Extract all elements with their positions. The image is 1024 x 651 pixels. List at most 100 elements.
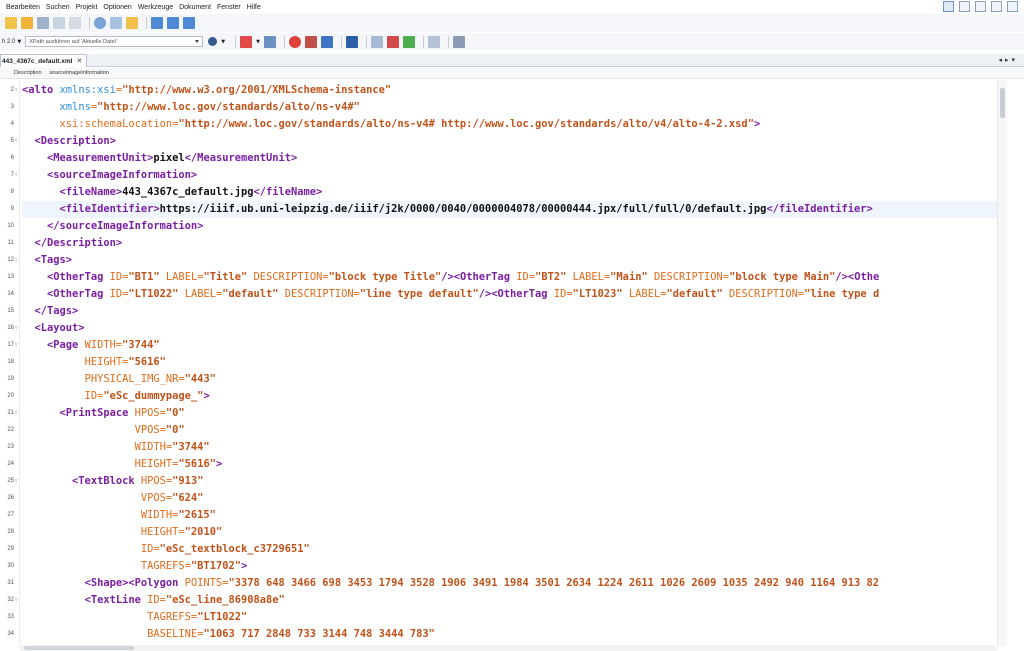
forward-arrow-icon[interactable]: [167, 17, 179, 29]
xpath-input[interactable]: XPath ausführen auf 'Aktuelle Datei': [25, 36, 204, 47]
code-line[interactable]: <Tags>: [22, 252, 997, 269]
menu-item[interactable]: Suchen: [46, 4, 70, 11]
layout-arrange-icon[interactable]: [1007, 1, 1018, 12]
spellcheck-icon[interactable]: [263, 35, 276, 48]
code-line[interactable]: <Page WIDTH="3744": [22, 337, 997, 354]
find-in-files-icon[interactable]: [110, 17, 122, 29]
breadcrumb-item[interactable]: Description: [14, 70, 42, 76]
code-line[interactable]: WIDTH="3744": [22, 439, 997, 456]
code-line[interactable]: <TextLine ID="eSc_line_86908a8e": [22, 592, 997, 609]
code-line[interactable]: <OtherTag ID="LT1022" LABEL="default" DE…: [22, 286, 997, 303]
code-line[interactable]: </Description>: [22, 235, 997, 252]
save-all-icon[interactable]: [53, 17, 65, 29]
find-icon[interactable]: [94, 17, 106, 29]
code-editor[interactable]: 2 ▿ 3 4 5 ▿ 6 7 ▿ 8 9 10 11 12 ▿ 13 14 15 16 ▿ 17 ▿ 18 19 20 21 ▿ 2…: [0, 80, 1024, 646]
debug-icon[interactable]: [304, 35, 317, 48]
fold-toggle-icon[interactable]: ▿: [15, 167, 20, 184]
layout-cascade-icon[interactable]: [991, 1, 1002, 12]
code-line[interactable]: </Tags>: [22, 303, 997, 320]
layout-single-icon[interactable]: [943, 1, 954, 12]
code-line[interactable]: BASELINE="1063 717 2848 733 3144 748 344…: [22, 626, 997, 643]
fold-toggle-icon[interactable]: ▿: [15, 405, 20, 422]
code-line[interactable]: HEIGHT="2010": [22, 524, 997, 541]
code-token: "eSc_dummypage_": [103, 390, 204, 402]
code-line[interactable]: ID="eSc_textblock_c3729651": [22, 541, 997, 558]
layout-split-icon[interactable]: [959, 1, 970, 12]
save-icon[interactable]: [37, 17, 49, 29]
fold-toggle-icon[interactable]: ▿: [15, 473, 20, 490]
fold-toggle-icon[interactable]: ▿: [15, 337, 20, 354]
transform-icon[interactable]: [320, 35, 333, 48]
code-area[interactable]: <alto xmlns:xsi="http://www.w3.org/2001/…: [22, 80, 997, 646]
code-line[interactable]: xmlns="http://www.loc.gov/standards/alto…: [22, 99, 997, 116]
new-folder-icon[interactable]: [5, 17, 17, 29]
code-line[interactable]: </sourceImageInformation>: [22, 218, 997, 235]
outline-icon[interactable]: [345, 35, 358, 48]
tab-443-4367c-default-xml[interactable]: 443_4367c_default.xml ✕: [0, 54, 88, 67]
line-number-gutter: 2 ▿ 3 4 5 ▿ 6 7 ▿ 8 9 10 11 12 ▿ 13 14 15 16 ▿ 17 ▿ 18 19 20 21 ▿ 2…: [0, 80, 20, 646]
code-line[interactable]: TAGREFS="BT1702">: [22, 558, 997, 575]
menu-item[interactable]: Optionen: [103, 4, 131, 11]
breadcrumb-item[interactable]: sourceImageInformation: [50, 70, 109, 76]
compare-icon[interactable]: [386, 35, 399, 48]
fold-toggle-icon[interactable]: ▿: [15, 320, 20, 337]
chevron-down-icon[interactable]: ▼: [221, 39, 225, 45]
code-line[interactable]: <fileIdentifier>https://iiif.ub.uni-leip…: [22, 201, 997, 218]
line-number: 28: [7, 529, 14, 535]
chevron-down-icon[interactable]: [195, 40, 200, 43]
fold-toggle-icon[interactable]: ▿: [15, 82, 20, 99]
code-line[interactable]: PHYSICAL_IMG_NR="443": [22, 371, 997, 388]
code-line[interactable]: <PrintSpace HPOS="0": [22, 405, 997, 422]
find-folder-icon[interactable]: [126, 17, 138, 29]
layout-tile-icon[interactable]: [975, 1, 986, 12]
code-line[interactable]: <sourceImageInformation>: [22, 167, 997, 184]
scrollbar-thumb[interactable]: [24, 646, 134, 650]
menu-item[interactable]: Projekt: [76, 4, 98, 11]
validate-icon[interactable]: [240, 35, 253, 48]
code-line[interactable]: TAGREFS="LT1022": [22, 609, 997, 626]
tools-icon[interactable]: [452, 35, 465, 48]
fold-toggle-icon[interactable]: ▿: [15, 252, 20, 269]
format-icon[interactable]: [370, 35, 383, 48]
line-number: 7: [10, 172, 14, 178]
menu-item[interactable]: Hilfe: [247, 4, 261, 11]
version-selector[interactable]: h 2.0: [2, 39, 15, 45]
tab-list-icon[interactable]: ▾: [1011, 56, 1018, 64]
run-icon[interactable]: [288, 35, 301, 48]
code-line[interactable]: HEIGHT="5616": [22, 354, 997, 371]
fold-toggle-icon[interactable]: ▿: [15, 592, 20, 609]
code-line[interactable]: <OtherTag ID="BT1" LABEL="Title" DESCRIP…: [22, 269, 997, 286]
print-icon[interactable]: [69, 17, 81, 29]
gear-icon[interactable]: [208, 37, 218, 46]
menu-item[interactable]: Bearbeiten: [6, 4, 40, 11]
code-line[interactable]: <TextBlock HPOS="913": [22, 473, 997, 490]
code-line[interactable]: <Layout>: [22, 320, 997, 337]
code-line[interactable]: <Shape><Polygon POINTS="3378 648 3466 69…: [22, 575, 997, 592]
menu-item[interactable]: Fenster: [217, 4, 241, 11]
horizontal-scrollbar[interactable]: [20, 645, 997, 651]
code-line[interactable]: <fileName>443_4367c_default.jpg</fileNam…: [22, 184, 997, 201]
chevron-down-icon[interactable]: ▼: [256, 39, 260, 45]
menu-item[interactable]: Werkzeuge: [138, 4, 173, 11]
code-line[interactable]: xsi:schemaLocation="http://www.loc.gov/s…: [22, 116, 997, 133]
edit-icon[interactable]: [427, 35, 440, 48]
chevron-down-icon[interactable]: ▼: [17, 39, 21, 45]
code-line[interactable]: <Description>: [22, 133, 997, 150]
refactor-icon[interactable]: [402, 35, 415, 48]
vertical-scrollbar[interactable]: [997, 80, 1007, 646]
code-token: pixel: [153, 152, 185, 164]
menu-item[interactable]: Dokument: [179, 4, 211, 11]
code-line[interactable]: WIDTH="2615": [22, 507, 997, 524]
scrollbar-thumb[interactable]: [1000, 88, 1005, 118]
code-line[interactable]: HEIGHT="5616">: [22, 456, 997, 473]
jump-arrow-icon[interactable]: [183, 17, 195, 29]
back-arrow-icon[interactable]: [151, 17, 163, 29]
close-icon[interactable]: ✕: [76, 57, 82, 65]
code-line[interactable]: VPOS="0": [22, 422, 997, 439]
open-folder-icon[interactable]: [21, 17, 33, 29]
code-line[interactable]: ID="eSc_dummypage_">: [22, 388, 997, 405]
code-line[interactable]: <alto xmlns:xsi="http://www.w3.org/2001/…: [22, 82, 997, 99]
fold-toggle-icon[interactable]: ▿: [15, 133, 20, 150]
code-line[interactable]: <MeasurementUnit>pixel</MeasurementUnit>: [22, 150, 997, 167]
code-line[interactable]: VPOS="624": [22, 490, 997, 507]
